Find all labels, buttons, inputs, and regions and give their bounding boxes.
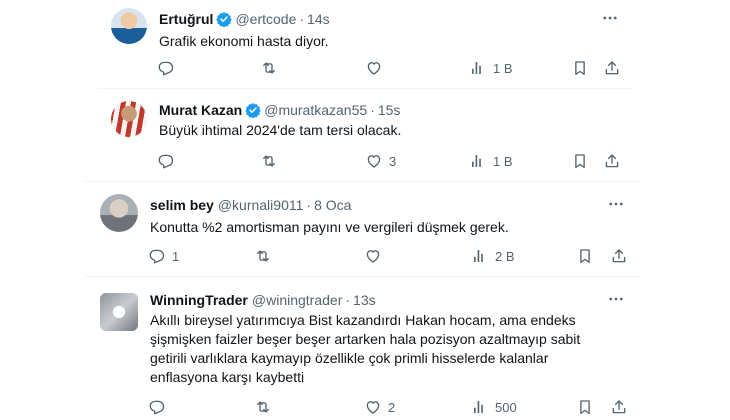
author-handle[interactable]: @winingtrader — [252, 291, 342, 309]
views-icon — [469, 59, 487, 77]
tweet-text: Konutta %2 amortisman payını ve vergiler… — [150, 219, 509, 235]
reply-button[interactable] — [148, 397, 172, 417]
views-icon — [471, 398, 489, 416]
tweet-text-line: enflasyona karşı kaybetti — [150, 369, 305, 385]
more-icon[interactable] — [606, 194, 626, 214]
tweet-ertugrul[interactable]: Ertuğrul @ertcode · 14s Grafik ekonomi h… — [97, 0, 633, 88]
reply-icon — [148, 247, 166, 265]
like-icon — [364, 398, 382, 416]
timestamp[interactable]: 15s — [378, 101, 401, 119]
tweet-murat-kazan[interactable]: Murat Kazan @muratkazan55 · 15s Büyük ih… — [97, 89, 633, 180]
author-name[interactable]: WinningTrader — [150, 291, 248, 309]
bookmark-icon — [571, 152, 589, 170]
retweet-button[interactable] — [260, 151, 278, 171]
tweet-actions: 1 2 B — [148, 246, 630, 266]
bookmark-button[interactable] — [571, 151, 589, 171]
tweet-winningtrader[interactable]: WinningTrader @winingtrader · 13s Akıllı… — [85, 277, 641, 420]
share-icon — [610, 398, 628, 416]
like-icon — [365, 59, 383, 77]
views-button[interactable]: 1 B — [469, 58, 513, 78]
share-icon — [610, 247, 628, 265]
retweet-button[interactable] — [260, 58, 278, 78]
tweet-text-line: getirili varlıklara kaymayıp özellikle ç… — [150, 350, 549, 366]
retweet-icon — [260, 152, 278, 170]
views-button[interactable]: 500 — [471, 397, 517, 417]
author-name[interactable]: Ertuğrul — [159, 10, 213, 28]
like-button[interactable]: 2 — [364, 397, 395, 417]
author-handle[interactable]: @ertcode — [235, 10, 296, 28]
views-icon — [471, 247, 489, 265]
reply-count: 1 — [172, 248, 180, 264]
timestamp[interactable]: 13s — [353, 291, 376, 309]
author-name[interactable]: selim bey — [150, 196, 214, 214]
separator-dot: · — [345, 292, 351, 308]
views-count: 500 — [495, 399, 517, 415]
author-handle[interactable]: @muratkazan55 — [264, 101, 367, 119]
more-icon[interactable] — [600, 8, 620, 28]
reply-button[interactable] — [157, 58, 181, 78]
share-button[interactable] — [610, 397, 628, 417]
avatar[interactable] — [111, 8, 147, 44]
bookmark-button[interactable] — [576, 246, 594, 266]
separator-dot: · — [370, 102, 375, 118]
bookmark-icon — [571, 59, 589, 77]
author-handle[interactable]: @kurnali9011 — [218, 196, 304, 214]
share-button[interactable] — [603, 58, 621, 78]
retweet-icon — [254, 398, 272, 416]
avatar[interactable] — [100, 293, 138, 331]
tweet-selim-bey[interactable]: selim bey @kurnali9011 · 8 Oca Konutta %… — [85, 182, 641, 275]
like-button[interactable]: 3 — [365, 151, 396, 171]
tweet-actions: 2 500 — [148, 397, 630, 417]
like-icon — [365, 152, 383, 170]
avatar[interactable] — [111, 101, 147, 137]
tweet-text: Akıllı bireysel yatırımcıya Bist kazandı… — [150, 311, 630, 387]
bookmark-button[interactable] — [571, 58, 589, 78]
like-button[interactable] — [364, 246, 388, 266]
like-count: 2 — [388, 399, 396, 415]
timestamp[interactable]: 14s — [307, 10, 330, 28]
reply-icon — [148, 398, 166, 416]
avatar[interactable] — [100, 194, 138, 232]
like-count: 3 — [389, 153, 397, 169]
retweet-button[interactable] — [254, 246, 272, 266]
share-icon — [603, 59, 621, 77]
views-icon — [469, 152, 487, 170]
views-count: 2 B — [495, 248, 515, 264]
tweet-text: Büyük ihtimal 2024'de tam tersi olacak. — [159, 122, 402, 138]
views-button[interactable]: 1 B — [469, 151, 513, 171]
separator-dot: · — [299, 11, 305, 27]
verified-badge-icon — [216, 11, 232, 27]
author-name[interactable]: Murat Kazan — [159, 101, 242, 119]
tweet-text: Grafik ekonomi hasta diyor. — [159, 33, 329, 49]
like-button[interactable] — [365, 58, 389, 78]
tweet-actions: 3 1 B — [157, 151, 625, 171]
retweet-icon — [260, 59, 278, 77]
tweet-text-line: şişmişken faizler beşer beşer artarken h… — [150, 331, 581, 347]
like-icon — [364, 247, 382, 265]
tweet-actions: 1 B — [157, 58, 625, 78]
reply-button[interactable] — [157, 151, 181, 171]
share-button[interactable] — [603, 151, 621, 171]
verified-badge-icon — [245, 102, 261, 118]
reply-icon — [157, 59, 175, 77]
share-button[interactable] — [610, 246, 628, 266]
retweet-icon — [254, 247, 272, 265]
views-count: 1 B — [493, 153, 513, 169]
timestamp[interactable]: 8 Oca — [314, 196, 351, 214]
views-button[interactable]: 2 B — [471, 246, 515, 266]
bookmark-icon — [576, 247, 594, 265]
separator-dot: · — [306, 197, 312, 213]
reply-icon — [157, 152, 175, 170]
more-icon[interactable] — [606, 289, 626, 309]
retweet-button[interactable] — [254, 397, 272, 417]
tweet-text-line: Akıllı bireysel yatırımcıya Bist kazandı… — [150, 312, 576, 328]
reply-button[interactable]: 1 — [148, 246, 179, 266]
share-icon — [603, 152, 621, 170]
views-count: 1 B — [493, 60, 513, 76]
bookmark-icon — [576, 398, 594, 416]
bookmark-button[interactable] — [576, 397, 594, 417]
